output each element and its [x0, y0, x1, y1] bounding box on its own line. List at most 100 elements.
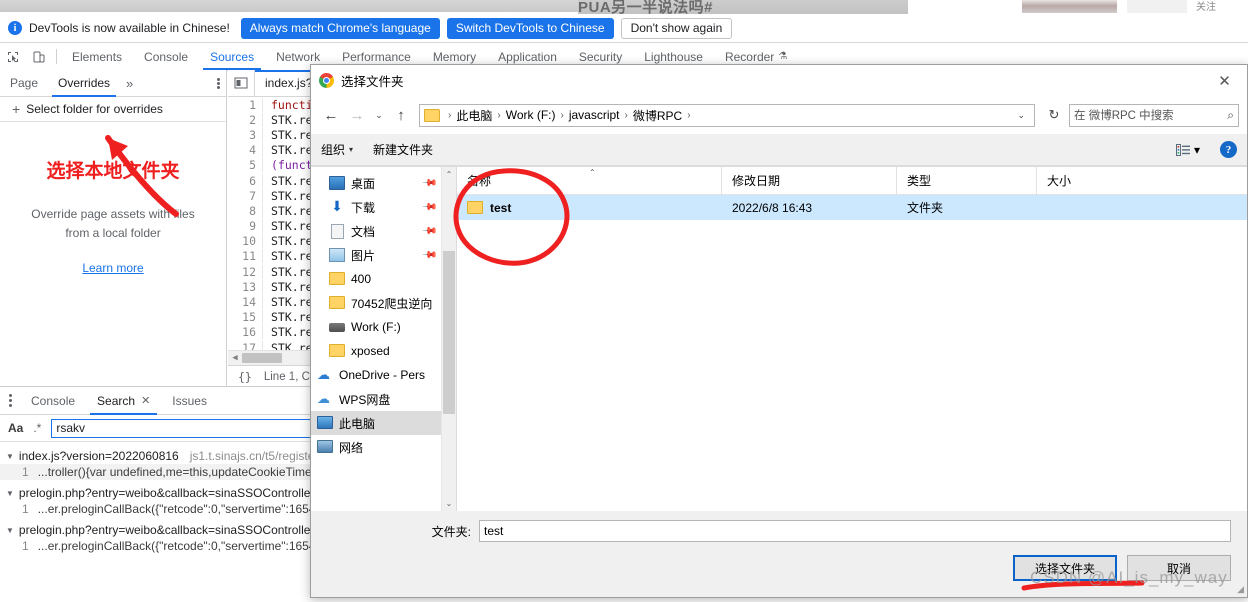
overrides-description-line2: from a local folder: [65, 226, 161, 240]
drawer-more-options-icon[interactable]: [0, 387, 20, 414]
filename-row: 文件夹:: [311, 511, 1247, 551]
arrow-left-icon[interactable]: ←: [319, 103, 343, 127]
list-view-icon: [1175, 143, 1190, 156]
cancel-button[interactable]: 取消: [1127, 555, 1231, 581]
downloads-icon: ⬇: [331, 198, 343, 214]
tab-sources[interactable]: Sources: [199, 43, 265, 70]
overrides-panel: Page Overrides » + Select folder for ove…: [0, 70, 227, 386]
line-text: STK.re: [262, 295, 313, 310]
organize-label: 组织: [321, 143, 346, 157]
cell-type: 文件夹: [907, 201, 944, 215]
filename-input[interactable]: [479, 520, 1231, 542]
close-icon[interactable]: ✕: [1202, 65, 1247, 96]
sidebar-item-label: OneDrive - Pers: [339, 368, 426, 382]
navigation-pane-scrollbar[interactable]: ⌃ ⌄: [441, 167, 456, 511]
sidebar-item-wps-cloud[interactable]: ☁ WPS网盘: [311, 387, 441, 411]
breadcrumb-weibo-rpc[interactable]: 微博RPC: [633, 107, 682, 124]
sidebar-item-pictures[interactable]: 图片 📌: [311, 243, 441, 267]
resize-grip-icon[interactable]: ◢: [1237, 584, 1244, 595]
sidebar-item-desktop[interactable]: 桌面 📌: [311, 171, 441, 195]
line-number: 7: [249, 188, 256, 203]
sidebar-item-this-pc[interactable]: 此电脑: [311, 411, 441, 435]
sidebar-item-onedrive[interactable]: ☁ OneDrive - Pers: [311, 363, 441, 387]
always-match-language-button[interactable]: Always match Chrome's language: [240, 17, 440, 39]
line-number: 1: [249, 97, 256, 112]
organize-menu[interactable]: 组织 ▾: [321, 141, 353, 158]
recent-locations-icon[interactable]: ⌄: [371, 103, 387, 127]
sidebar-item-work-f[interactable]: Work (F:): [311, 315, 441, 339]
column-header-size[interactable]: 大小: [1037, 167, 1157, 194]
chevron-down-icon[interactable]: ▼: [6, 452, 14, 461]
arrow-up-icon[interactable]: ↑: [389, 103, 413, 127]
dialog-title: 选择文件夹: [341, 75, 404, 89]
scrollbar-track[interactable]: [442, 182, 456, 496]
match-case-icon[interactable]: Aa: [8, 421, 23, 435]
scrollbar-thumb[interactable]: [443, 251, 455, 415]
sidebar-item-downloads[interactable]: ⬇ 下载 📌: [311, 195, 441, 219]
search-icon[interactable]: ⌕: [1227, 108, 1234, 123]
folder-icon: [329, 344, 345, 357]
scrollbar-thumb[interactable]: [242, 353, 282, 363]
dialog-command-bar: 组织 ▾ 新建文件夹 ▾ ?: [311, 134, 1247, 166]
line-number: 4: [249, 143, 256, 158]
arrow-right-icon[interactable]: →: [345, 103, 369, 127]
subtab-overrides[interactable]: Overrides: [48, 70, 120, 97]
chevron-down-icon[interactable]: ▼: [6, 489, 14, 498]
close-icon[interactable]: ✕: [141, 394, 150, 407]
sidebar-item-70452[interactable]: 70452爬虫逆向: [311, 291, 441, 315]
sidebar-item-documents[interactable]: 文档 📌: [311, 219, 441, 243]
dont-show-again-button[interactable]: Don't show again: [620, 17, 733, 39]
overrides-more-options-icon[interactable]: [217, 70, 220, 96]
sidebar-item-label: 网络: [339, 440, 364, 455]
chevron-down-icon[interactable]: ▼: [6, 526, 14, 535]
sidebar-item-xposed[interactable]: xposed: [311, 339, 441, 363]
sidebar-item-network[interactable]: 网络: [311, 435, 441, 459]
subtab-page[interactable]: Page: [0, 70, 48, 96]
line-number: 15: [242, 310, 256, 325]
select-folder-label: Select folder for overrides: [26, 102, 163, 116]
new-folder-button[interactable]: 新建文件夹: [373, 141, 433, 158]
tab-console[interactable]: Console: [133, 43, 199, 70]
breadcrumb-bar[interactable]: › 此电脑 › Work (F:) › javascript › 微博RPC ›…: [419, 103, 1035, 127]
tab-recorder-label: Recorder: [724, 49, 775, 64]
devtools-language-notice: i DevTools is now available in Chinese! …: [0, 14, 1248, 43]
sidebar-item-400[interactable]: 400: [311, 267, 441, 291]
column-header-name[interactable]: ⌃ 名称: [457, 167, 722, 194]
chevron-down-icon[interactable]: ⌄: [1010, 110, 1032, 121]
folder-icon: [329, 272, 345, 285]
pin-icon: 📌: [420, 198, 438, 216]
switch-to-chinese-button[interactable]: Switch DevTools to Chinese: [446, 17, 614, 39]
learn-more-link[interactable]: Learn more: [82, 261, 143, 275]
breadcrumb-work-f[interactable]: Work (F:): [506, 108, 556, 122]
drawer-tab-issues[interactable]: Issues: [161, 387, 218, 414]
regex-icon[interactable]: .*: [33, 421, 41, 435]
breadcrumb-this-pc[interactable]: 此电脑: [456, 107, 492, 124]
pretty-print-icon[interactable]: {}: [238, 370, 252, 384]
overrides-description-line1: Override page assets with files: [31, 207, 195, 221]
inspect-cursor-icon[interactable]: [0, 43, 26, 70]
scroll-left-icon[interactable]: ◀: [228, 353, 242, 363]
filename-label: 文件夹:: [431, 524, 471, 539]
scroll-down-icon[interactable]: ⌄: [446, 496, 453, 511]
select-folder-confirm-button[interactable]: 选择文件夹: [1013, 555, 1117, 581]
dialog-search-box[interactable]: 在 微博RPC 中搜索 ⌕: [1069, 103, 1239, 127]
more-subtabs-icon[interactable]: »: [120, 70, 139, 96]
breadcrumb-javascript[interactable]: javascript: [569, 108, 620, 122]
table-row[interactable]: test 2022/6/8 16:43 文件夹: [457, 195, 1247, 220]
breadcrumb-separator: ›: [448, 109, 452, 121]
match-snippet: ...er.preloginCallBack({"retcode":0,"ser…: [37, 502, 323, 516]
pictures-icon: [329, 248, 345, 262]
drawer-tab-search[interactable]: Search ✕: [86, 387, 161, 415]
drawer-tab-console[interactable]: Console: [20, 387, 86, 414]
tab-elements[interactable]: Elements: [61, 43, 133, 70]
refresh-icon[interactable]: ↻: [1041, 104, 1067, 127]
select-folder-for-overrides-button[interactable]: + Select folder for overrides: [0, 97, 226, 122]
column-header-date[interactable]: 修改日期: [722, 167, 897, 194]
help-icon[interactable]: ?: [1220, 141, 1237, 158]
show-navigator-icon[interactable]: [228, 70, 255, 96]
view-options-button[interactable]: ▾: [1175, 143, 1200, 157]
column-header-type[interactable]: 类型: [897, 167, 1037, 194]
device-toolbar-icon[interactable]: [26, 43, 52, 70]
scroll-up-icon[interactable]: ⌃: [446, 167, 453, 182]
sidebar-item-label: WPS网盘: [339, 392, 391, 407]
